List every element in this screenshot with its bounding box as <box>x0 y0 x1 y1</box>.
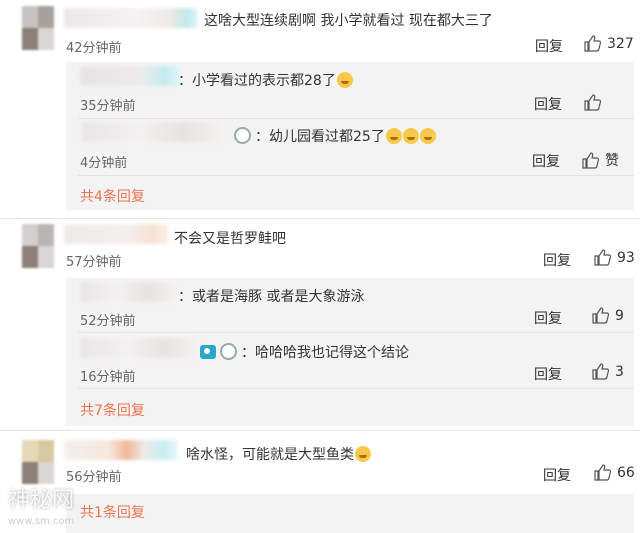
avatar[interactable] <box>22 224 54 268</box>
comment-thread: 啥水怪，可能就是大型鱼类 56分钟前 回复 66 共1条回复 <box>0 434 640 533</box>
thumbs-up-icon <box>592 307 609 324</box>
thumbs-up-icon <box>584 35 601 52</box>
reply-text: ：或者是海豚 或者是大象游泳 <box>178 289 365 305</box>
view-more-replies[interactable]: 共4条回复 <box>80 186 145 206</box>
reply-button[interactable]: 回复 <box>543 250 571 270</box>
reply-text-content: ：幼儿园看过都25了 <box>255 129 385 145</box>
like-button[interactable]: 93 <box>594 249 635 266</box>
avatar[interactable] <box>22 440 54 484</box>
divider <box>78 175 634 176</box>
reply-time: 35分钟前 <box>80 99 136 114</box>
avatar[interactable] <box>22 6 54 50</box>
username-blurred[interactable] <box>80 282 178 302</box>
thumbs-up-icon <box>594 464 611 481</box>
like-count: 3 <box>615 363 624 380</box>
like-count: 66 <box>617 464 635 481</box>
medal-badge-icon <box>234 127 251 144</box>
comment-time: 42分钟前 <box>66 41 122 56</box>
comment-time: 57分钟前 <box>66 255 122 270</box>
reply-text-content: ：小学看过的表示都28了 <box>178 73 336 89</box>
username-blurred[interactable] <box>64 440 178 460</box>
divider <box>78 332 634 333</box>
thumbs-up-icon <box>594 249 611 266</box>
thumbs-up-icon <box>592 363 609 380</box>
comment-text: 这啥大型连续剧啊 我小学就看过 现在都大三了 <box>204 13 493 29</box>
cat-face-emoji <box>419 128 436 144</box>
comment-time: 56分钟前 <box>66 470 122 485</box>
cat-face-emoji <box>402 128 419 144</box>
divider <box>78 118 634 119</box>
reply-button[interactable]: 回复 <box>543 465 571 485</box>
like-button[interactable]: 327 <box>584 35 634 52</box>
divider <box>0 430 640 431</box>
watermark-url: www.sm.com <box>8 516 75 527</box>
reply-time: 4分钟前 <box>80 156 128 171</box>
like-button[interactable]: 赞 <box>582 150 619 170</box>
like-button[interactable]: 66 <box>594 464 635 481</box>
reply-box: ：小学看过的表示都28了 35分钟前 回复 ：幼儿园看过都25了 4分钟前 回复… <box>66 62 634 210</box>
comment-text: 啥水怪，可能就是大型鱼类 <box>186 444 371 464</box>
laugh-cry-emoji <box>336 72 353 88</box>
username-blurred[interactable] <box>64 8 198 28</box>
username-blurred[interactable] <box>80 66 180 86</box>
like-button[interactable]: 3 <box>592 363 624 380</box>
comment-thread: 这啥大型连续剧啊 我小学就看过 现在都大三了 42分钟前 回复 327 ：小学看… <box>0 0 640 215</box>
reply-box: ：或者是海豚 或者是大象游泳 52分钟前 回复 9 ：哈哈哈我也记得这个结论 1… <box>66 278 634 426</box>
like-count: 9 <box>615 307 624 324</box>
thumbs-up-icon[interactable] <box>584 94 601 111</box>
like-label: 赞 <box>605 153 619 169</box>
comment-text-content: 啥水怪，可能就是大型鱼类 <box>186 447 354 463</box>
comment-thread: 不会又是哲罗鲑吧 57分钟前 回复 93 ：或者是海豚 或者是大象游泳 52分钟… <box>0 220 640 430</box>
reply-text: ：幼儿园看过都25了 <box>234 126 436 146</box>
cat-face-emoji <box>385 128 402 144</box>
reply-text-content: ：哈哈哈我也记得这个结论 <box>241 345 409 361</box>
reply-button[interactable]: 回复 <box>532 151 560 171</box>
like-button[interactable]: 9 <box>592 307 624 324</box>
like-count: 93 <box>617 249 635 266</box>
view-more-replies[interactable]: 共7条回复 <box>80 400 145 420</box>
camera-badge-icon <box>200 345 216 359</box>
reply-box: 共1条回复 <box>66 494 634 533</box>
username-blurred[interactable] <box>80 338 200 358</box>
username-blurred[interactable] <box>64 224 168 244</box>
comment-text: 不会又是哲罗鲑吧 <box>174 231 286 247</box>
username-blurred[interactable] <box>82 122 226 142</box>
reply-time: 16分钟前 <box>80 370 136 385</box>
divider <box>0 218 640 219</box>
watermark: 神秘网 <box>8 488 75 513</box>
laugh-cry-emoji <box>355 446 371 462</box>
medal-badge-icon <box>220 343 237 360</box>
reply-button[interactable]: 回复 <box>534 94 562 114</box>
view-more-replies[interactable]: 共1条回复 <box>80 502 145 522</box>
reply-button[interactable]: 回复 <box>534 364 562 384</box>
reply-text: ：哈哈哈我也记得这个结论 <box>200 342 409 362</box>
reply-text: ：小学看过的表示都28了 <box>178 70 353 90</box>
like-count: 327 <box>607 35 634 52</box>
thumbs-up-icon <box>582 151 599 169</box>
reply-button[interactable]: 回复 <box>535 36 563 56</box>
reply-button[interactable]: 回复 <box>534 308 562 328</box>
divider <box>78 388 634 389</box>
reply-time: 52分钟前 <box>80 314 136 329</box>
